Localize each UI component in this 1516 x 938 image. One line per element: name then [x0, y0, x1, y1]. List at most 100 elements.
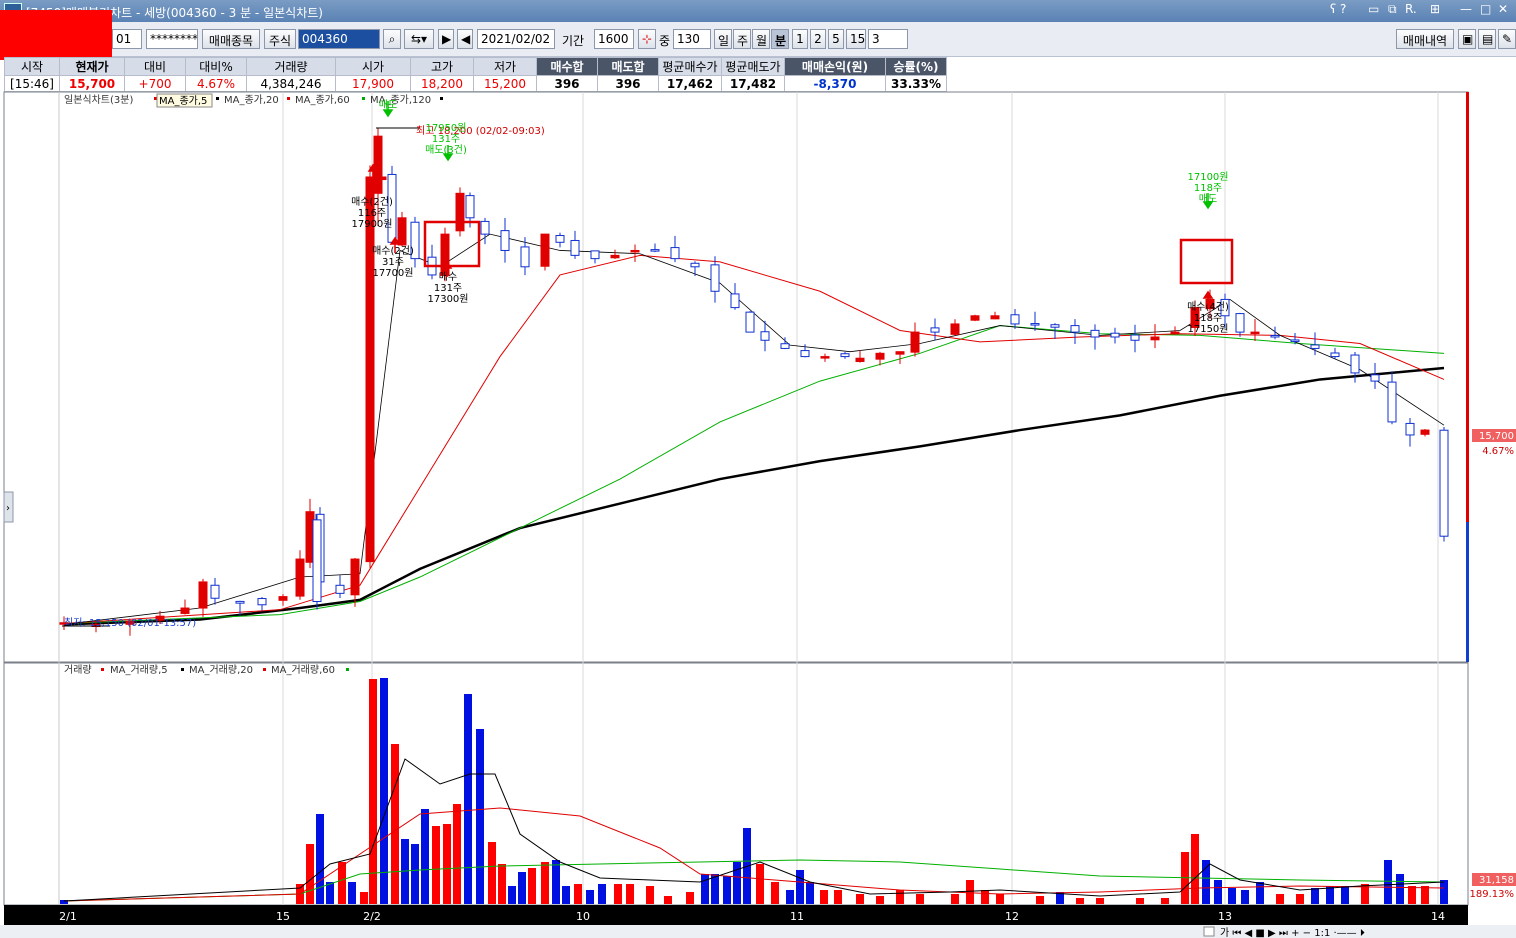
volume-bar — [296, 884, 304, 904]
candle-body — [540, 233, 550, 267]
candles — [59, 128, 1449, 636]
wrench-icon[interactable]: ✎ — [1498, 29, 1516, 49]
x-tick-label: 14 — [1431, 910, 1445, 923]
vol-legend-mark-4 — [346, 668, 349, 671]
candle-body — [1370, 374, 1380, 382]
tf-month[interactable]: 월 — [752, 29, 770, 49]
q-h8: 매수합 — [536, 57, 598, 76]
volume-bar — [771, 882, 779, 904]
volume-bar — [598, 884, 606, 904]
candle-body — [257, 598, 267, 606]
x-axis-labels: 2/1 15 2/2 10 11 12 13 14 — [59, 910, 1445, 923]
close-icon[interactable]: ✕ — [1498, 2, 1508, 16]
minute-select[interactable]: 3 — [868, 29, 908, 49]
volume-bar — [723, 876, 731, 904]
volume-bar — [552, 860, 560, 904]
volume-bar — [60, 900, 68, 904]
tile-icon[interactable]: ⊞ — [1430, 2, 1440, 16]
volume-ma-lines — [63, 758, 1445, 902]
restore-icon[interactable]: ▭ — [1368, 2, 1379, 16]
q-v4: 4,384,246 — [246, 75, 336, 92]
expand-handle[interactable] — [3, 491, 14, 523]
save-icon[interactable]: ▤ — [1478, 29, 1496, 49]
list-icon[interactable]: ⇆▾ — [404, 29, 434, 49]
candle-body — [590, 250, 600, 260]
tf-week[interactable]: 주 — [733, 29, 751, 49]
q-h9: 매도합 — [597, 57, 659, 76]
tf-day[interactable]: 일 — [714, 29, 732, 49]
redacted-account — [0, 10, 112, 60]
candle-body — [855, 357, 865, 362]
stock-select-button[interactable]: 매매종목 — [202, 29, 260, 49]
tf-2[interactable]: 2 — [810, 29, 826, 49]
right-price-blue-bar — [1466, 522, 1469, 662]
trade-box-2[interactable] — [1179, 238, 1234, 285]
tf-minute[interactable]: 분 — [771, 29, 789, 49]
candle-body — [1439, 429, 1449, 537]
scroll-thumb[interactable] — [1203, 926, 1215, 937]
candle-body — [1170, 331, 1180, 335]
help-icon[interactable]: ʕ ? — [1330, 2, 1346, 16]
tf-1[interactable]: 1 — [792, 29, 808, 49]
vol-legend-mark-2 — [181, 668, 184, 671]
q-h5: 시가 — [335, 57, 411, 76]
prev-icon[interactable]: ◀ — [457, 29, 473, 49]
volume-bar — [518, 872, 526, 904]
q-v10: 17,462 — [658, 75, 722, 92]
password-field[interactable]: ******** — [146, 29, 198, 49]
tf-15[interactable]: 15 — [846, 29, 866, 49]
stock-code-input[interactable]: 004360 — [298, 29, 380, 49]
candle-body — [820, 356, 830, 359]
candle-body — [455, 192, 465, 232]
trade-history-button[interactable]: 매매내역 — [1396, 29, 1454, 49]
volume-bar — [743, 828, 751, 904]
scrollbar[interactable] — [0, 925, 1516, 938]
trade-box-1[interactable] — [423, 220, 481, 268]
candle-body — [335, 584, 345, 594]
volume-bar — [411, 844, 419, 904]
scroll-controls-icon[interactable]: 가 ⏮ ◀ ■ ▶ ⏭ + − 1:1 ·—— ⏵ — [1220, 927, 1365, 938]
legend-mark-end — [440, 97, 443, 100]
period-input[interactable]: 1600 — [594, 29, 634, 49]
next-icon[interactable]: ▶ — [438, 29, 454, 49]
buy-arrow-icon — [367, 163, 379, 180]
overlap-input[interactable]: 130 — [673, 29, 711, 49]
volume-bar — [1214, 880, 1222, 904]
candle-body — [155, 615, 165, 621]
account-select[interactable]: 01 — [112, 29, 142, 49]
q-h4: 거래량 — [246, 57, 336, 76]
low-label: 최저: 15,150 (02/01-13:57) — [64, 617, 196, 629]
candle-body — [570, 239, 580, 256]
volume-bar — [626, 884, 634, 904]
volume-bar — [1228, 888, 1236, 904]
annotation-text: 116주 — [358, 208, 386, 219]
volume-bar — [686, 892, 694, 904]
minimize-icon[interactable]: — — [1460, 2, 1472, 16]
q-v11: 17,482 — [721, 75, 785, 92]
candle-body — [427, 256, 437, 276]
volume-bar — [453, 804, 461, 904]
annotation-text: 매수 — [439, 271, 457, 283]
candle-body — [465, 195, 475, 219]
tf-5[interactable]: 5 — [828, 29, 844, 49]
volume-bar — [856, 894, 864, 904]
q-h2: 대비 — [124, 57, 186, 76]
date-input[interactable]: 2021/02/02 — [477, 29, 555, 49]
search-icon[interactable]: ⌕ — [383, 29, 401, 49]
right-price-red-bar — [1466, 92, 1469, 522]
volume-bar — [756, 864, 764, 904]
folder-icon[interactable]: ▣ — [1458, 29, 1476, 49]
candle-body — [500, 230, 510, 251]
volume-bar — [498, 864, 506, 904]
maximize-icon[interactable]: □ — [1480, 2, 1491, 16]
r-icon[interactable]: R. — [1405, 2, 1417, 16]
candle-body — [91, 623, 101, 628]
volume-bar — [1241, 890, 1249, 904]
volume-bar — [614, 884, 622, 904]
candle-body — [670, 247, 680, 260]
overlap-icon[interactable]: ⊹ — [638, 29, 656, 49]
annotation-text: 131주 — [434, 283, 462, 294]
market-type-button[interactable]: 주식 — [264, 29, 296, 49]
volume-bar — [432, 826, 440, 904]
link-icon[interactable]: ⧉ — [1388, 2, 1397, 17]
